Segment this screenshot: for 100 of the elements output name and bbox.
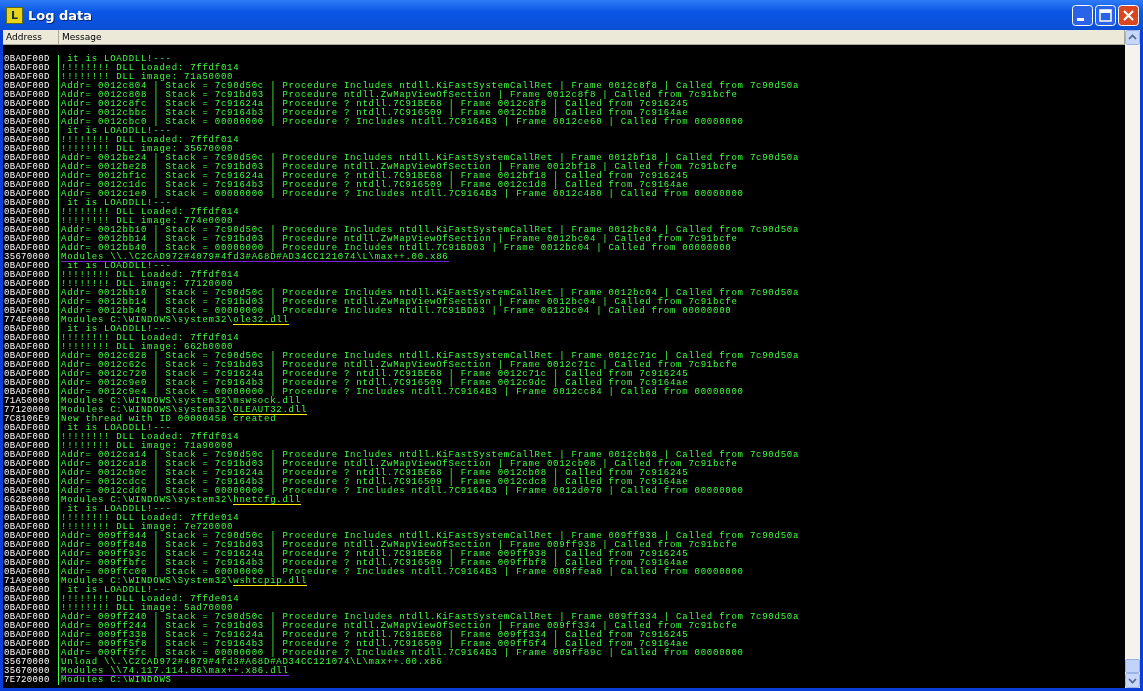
message-text: Addr= 0012cdcc | Stack = 7c9164b3 | Procedure ? ntdll.7C916509 | Frame 0012cdc8 | Called from 7c9164ae (61, 478, 689, 487)
address-cell: 0BADF00D (3, 289, 59, 298)
message-text: Addr= 0012ca14 | Stack = 7c90d50c | Procedure Includes ntdll.KiFastSystemCallRet | Frame 0012cb08 | Called from 7c90d50a (61, 451, 800, 460)
address-cell: 0BADF00D (3, 532, 59, 541)
address-cell: 0BADF00D (3, 100, 59, 109)
address-cell: 0BADF00D (3, 190, 59, 199)
message-text: Addr= 0012bb40 | Stack = 00000000 | Procedure Includes ntdll.7C91BD03 | Frame 0012bc04 | Called from 00000000 (61, 307, 732, 316)
message-text: !!!!!!!! DLL Loaded: 7ffdf014 (61, 334, 240, 343)
address-cell: 0BADF00D (3, 64, 59, 73)
message-text: Addr= 0012be24 | Stack = 7c90d50c | Procedure Includes ntdll.KiFastSystemCallRet | Frame 0012bf18 | Called from 7c90d50a (61, 154, 800, 163)
address-cell: 0BADF00D (3, 442, 59, 451)
message-text: Addr= 0012c62c | Stack = 7c91bd03 | Procedure ntdll.ZwMapViewOfSection | Frame 0012c71c | Called from 7c91bcfe (61, 361, 738, 370)
address-cell: 0BADF00D (3, 136, 59, 145)
address-cell: 0BADF00D (3, 568, 59, 577)
address-cell: 35670000 (3, 658, 59, 667)
address-cell: 0BADF00D (3, 145, 59, 154)
address-cell: 0BADF00D (3, 127, 59, 136)
column-header[interactable]: Address (3, 30, 59, 44)
message-text: Addr= 0012c720 | Stack = 7c91624a | Procedure ? ntdll.7C91BE68 | Frame 0012c71c | Called from 7c916245 (61, 370, 689, 379)
message-text: Addr= 009ff244 | Stack = 7c91bd03 | Procedure ntdll.ZwMapViewOfSection | Frame 009ff334 | Called from 7c91bcfe (61, 622, 738, 631)
underlined-text: Modules \\.\C2CAD972#4079#4fd3#A68D#AD34CC121074\L\max++.00.x86 (61, 253, 449, 262)
message-text: !!!!!!!! DLL Loaded: 7ffdf014 (61, 271, 240, 280)
message-text: Addr= 009ff844 | Stack = 7c90d50c | Procedure Includes ntdll.KiFastSystemCallRet | Frame 009ff938 | Called from 7c90d50a (61, 532, 800, 541)
address-cell: 0BADF00D (3, 280, 59, 289)
message-text: !!!!!!!! DLL Loaded: 7ffdf014 (61, 64, 240, 73)
message-text: Unload \\.\C2CAD972#4079#4fd3#A68D#AD34CC121074\L\max++.00.x86 (61, 658, 443, 667)
minimize-button[interactable] (1072, 4, 1093, 26)
message-text: Addr= 0012bb10 | Stack = 7c90d50c | Procedure Includes ntdll.KiFastSystemCallRet | Frame 0012bc04 | Called from 7c90d50a (61, 226, 800, 235)
address-cell: 77120000 (3, 406, 59, 415)
message-text: Modules C:\WINDOWS\system32\ (61, 406, 234, 415)
address-cell: 0BADF00D (3, 163, 59, 172)
address-cell: 0BADF00D (3, 550, 59, 559)
address-cell: 0BADF00D (3, 595, 59, 604)
address-cell: 35670000 (3, 253, 59, 262)
message-text: Addr= 0012c1dc | Stack = 7c9164b3 | Procedure ? ntdll.7C916509 | Frame 0012c1d8 | Called from 7c9164ae (61, 181, 689, 190)
message-text: Modules C:\WINDOWS\system32\mswsock.dll (61, 397, 301, 406)
message-text: Addr= 0012cbc0 | Stack = 00000000 | Procedure ? Includes ntdll.7C9164B3 | Frame 0012ce60 | Called from 00000000 (61, 118, 744, 127)
address-cell: 0BADF00D (3, 298, 59, 307)
message-text: Addr= 0012c9e4 | Stack = 00000000 | Procedure ? Includes ntdll.7C9164B3 | Frame 0012cc84 | Called from 00000000 (61, 388, 744, 397)
address-cell: 0BADF00D (3, 586, 59, 595)
message-text: Addr= 0012be28 | Stack = 7c91bd03 | Procedure ntdll.ZwMapViewOfSection | Frame 0012bf18 | Called from 7c91bcfe (61, 163, 738, 172)
message-text: !!!!!!!! DLL image: 71a90000 (61, 442, 234, 451)
address-cell: 35670000 (3, 667, 59, 676)
message-text: Addr= 0012c1e0 | Stack = 00000000 | Procedure ? Includes ntdll.7C9164B3 | Frame 0012c480 | Called from 00000000 (61, 190, 744, 199)
address-cell: 0BADF00D (3, 271, 59, 280)
maximize-button[interactable] (1095, 4, 1116, 26)
message-text: Addr= 0012c9e0 | Stack = 7c9164b3 | Procedure ? ntdll.7C916509 | Frame 0012c9dc | Called from 7c9164ae (61, 379, 689, 388)
address-cell: 0BADF00D (3, 649, 59, 658)
address-cell: 0BADF00D (3, 631, 59, 640)
address-cell: 0BADF00D (3, 154, 59, 163)
message-text: Addr= 009ff93c | Stack = 7c91624a | Procedure ? ntdll.7C91BE68 | Frame 009ff938 | Called from 7c916245 (61, 550, 689, 559)
message-text: Addr= 0012cdd0 | Stack = 00000000 | Procedure ? Includes ntdll.7C9164B3 | Frame 0012d070 | Called from 00000000 (61, 487, 744, 496)
message-text: Addr= 0012c8fc | Stack = 7c91624a | Procedure ? ntdll.7C91BE68 | Frame 0012c8f8 | Called from 7c916245 (61, 100, 689, 109)
close-button[interactable] (1118, 4, 1139, 26)
message-text: !!!!!!!! DLL image: 662b0000 (61, 343, 234, 352)
address-cell: 0BADF00D (3, 379, 59, 388)
message-text: !!!!!!!! DLL Loaded: 7ffdf014 (61, 136, 240, 145)
address-cell: 0BADF00D (3, 370, 59, 379)
address-cell: 0BADF00D (3, 172, 59, 181)
underlined-text: Modules \\74.117.114.86\max++.x86.dll (61, 667, 289, 676)
address-cell: 0BADF00D (3, 352, 59, 361)
address-cell: 0BADF00D (3, 82, 59, 91)
address-cell: 0BADF00D (3, 622, 59, 631)
underlined-text: hnetcfg.dll (233, 496, 301, 505)
address-cell: 0BADF00D (3, 208, 59, 217)
message-text: !!!!!!!! DLL Loaded: 7ffdf014 (61, 433, 240, 442)
message-text: !!!!!!!! DLL image: 5ad70000 (61, 604, 234, 613)
scroll-thumb[interactable] (1125, 659, 1140, 673)
address-cell: 0BADF00D (3, 73, 59, 82)
underlined-text: wshtcpip.dll (233, 577, 308, 586)
address-cell: 0BADF00D (3, 451, 59, 460)
address-cell: 0BADF00D (3, 334, 59, 343)
address-cell: 0BADF00D (3, 109, 59, 118)
message-text: Addr= 009ff240 | Stack = 7c90d50c | Procedure Includes ntdll.KiFastSystemCallRet | Frame 009ff334 | Called from 7c90d50a (61, 613, 800, 622)
scroll-up-button[interactable] (1125, 30, 1140, 45)
message-text: Addr= 009ff848 | Stack = 7c91bd03 | Procedure ntdll.ZwMapViewOfSection | Frame 009ff938 | Called from 7c91bcfe (61, 541, 738, 550)
message-text: Addr= 0012c628 | Stack = 7c90d50c | Procedure Includes ntdll.KiFastSystemCallRet | Frame 0012c71c | Called from 7c90d50a (61, 352, 800, 361)
message-text: it is LOADDLL!--- (66, 325, 172, 334)
message-text: Addr= 0012bb14 | Stack = 7c91bd03 | Procedure ntdll.ZwMapViewOfSection | Frame 0012bc04 | Called from 7c91bcfe (61, 298, 738, 307)
address-cell: 0BADF00D (3, 325, 59, 334)
message-text: it is LOADDLL!--- (66, 586, 172, 595)
message-text: Addr= 0012bf1c | Stack = 7c91624a | Procedure ? ntdll.7C91BE68 | Frame 0012bf18 | Called from 7c916245 (61, 172, 689, 181)
address-cell: 0BADF00D (3, 505, 59, 514)
message-text: Addr= 0012cb0c | Stack = 7c91624a | Procedure ? ntdll.7C91BE68 | Frame 0012cb08 | Called from 7c916245 (61, 469, 689, 478)
message-text: Addr= 009ff5f8 | Stack = 7c9164b3 | Procedure ? ntdll.7C916509 | Frame 009ff5f4 | Called from 7c9164ae (61, 640, 689, 649)
message-text: Addr= 0012cbbc | Stack = 7c9164b3 | Procedure ? ntdll.7C916509 | Frame 0012cbb8 | Called from 7c9164ae (61, 109, 689, 118)
address-cell: 662B0000 (3, 496, 59, 505)
address-cell: 0BADF00D (3, 460, 59, 469)
underlined-text: OLEAUT32.dll (233, 406, 308, 415)
window-title: Log data (28, 7, 94, 23)
message-text: !!!!!!!! DLL Loaded: 7ffde014 (61, 595, 240, 604)
address-cell: 0BADF00D (3, 523, 59, 532)
message-text: !!!!!!!! DLL image: 71a50000 (61, 73, 234, 82)
message-text: New thread with ID 00000458 created (61, 415, 277, 424)
address-cell: 0BADF00D (3, 514, 59, 523)
address-cell: 0BADF00D (3, 469, 59, 478)
address-cell: 0BADF00D (3, 559, 59, 568)
scroll-down-button[interactable] (1125, 673, 1140, 688)
address-cell: 0BADF00D (3, 91, 59, 100)
address-cell: 71A50000 (3, 397, 59, 406)
